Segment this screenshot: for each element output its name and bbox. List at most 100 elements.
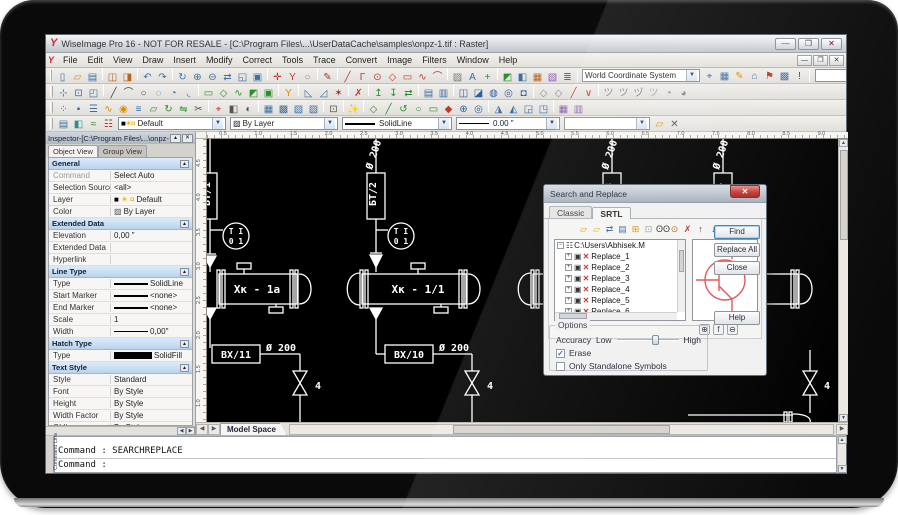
property-value[interactable]: SolidLine — [111, 279, 192, 288]
property-value[interactable]: ■☀¤Default — [111, 195, 192, 204]
h-scroll-thumb[interactable] — [453, 425, 670, 434]
menu-modify[interactable]: Modify — [201, 54, 238, 66]
rect-icon[interactable]: ▭ — [400, 70, 415, 84]
scroll-right-icon[interactable]: ▶ — [186, 427, 195, 435]
smart-pick-icon[interactable]: ◺ — [301, 86, 316, 100]
property-row[interactable]: Start Marker<none> — [49, 290, 192, 302]
menu-trace[interactable]: Trace — [308, 54, 341, 66]
hatch-icon[interactable]: ▨ — [450, 70, 465, 84]
toolbar-grip[interactable] — [50, 102, 53, 113]
raster-merge-icon[interactable]: ◩ — [500, 70, 515, 84]
tab-srtl[interactable]: SRTL — [592, 207, 630, 219]
tree-v-scrollbar[interactable] — [677, 240, 685, 312]
vect-node-icon[interactable]: ◆ — [441, 102, 456, 116]
chevron-down-icon[interactable]: ▼ — [636, 118, 647, 129]
property-value[interactable]: <none> — [111, 303, 192, 312]
camera-icon[interactable]: ◨ — [120, 70, 135, 84]
fill-holes-icon[interactable]: ▪ — [71, 102, 86, 116]
tab-object-view[interactable]: Object View — [48, 145, 98, 157]
marker1-icon[interactable]: ◇ — [536, 86, 551, 100]
frame-invert-icon[interactable]: ◩ — [246, 86, 261, 100]
menu-window[interactable]: Window — [452, 54, 494, 66]
save-icon[interactable]: ▤ — [85, 70, 100, 84]
crop-icon[interactable]: ✂ — [191, 102, 206, 116]
ink2-icon[interactable]: ◕ — [676, 86, 691, 100]
toolbar-grip[interactable] — [50, 70, 52, 81]
tree-item[interactable]: +▣✕Replace_5 — [555, 295, 685, 306]
properties-icon[interactable]: ☷ — [101, 117, 116, 131]
inspector-h-scrollbar[interactable]: ◀ ▶ — [46, 426, 195, 435]
select-crossing-icon[interactable]: ◰ — [86, 86, 101, 100]
pick-line-icon[interactable]: ╱ — [106, 86, 121, 100]
smooth-icon[interactable]: ∿ — [101, 102, 116, 116]
copy-icon[interactable]: ⊞ — [629, 222, 642, 235]
text-icon[interactable]: A — [465, 70, 480, 84]
maximize-button[interactable]: ❐ — [798, 38, 819, 50]
frame-rect-icon[interactable]: ▭ — [201, 86, 216, 100]
toolbar-grip[interactable] — [50, 86, 53, 97]
collapse-section-icon[interactable]: ▲ — [180, 268, 189, 276]
expand-icon[interactable]: + — [565, 253, 572, 260]
close-button[interactable]: ✕ — [821, 38, 842, 50]
replace-all-button[interactable]: Replace All — [714, 243, 760, 257]
property-row[interactable]: Scale1 — [49, 314, 192, 326]
select-auto-icon[interactable]: ⊹ — [56, 86, 71, 100]
new-folder-icon[interactable]: ▱ — [577, 222, 590, 235]
menu-tools[interactable]: Tools — [277, 54, 308, 66]
menu-insert[interactable]: Insert — [168, 54, 201, 66]
linetype-combo[interactable]: SolidLine ▼ — [342, 117, 452, 130]
mdi-restore-button[interactable]: ❐ — [813, 55, 828, 66]
slash3-icon[interactable]: ヅ — [631, 86, 646, 100]
help-button[interactable]: Help — [714, 311, 760, 325]
find-binoculars-icon[interactable]: ʘʘ — [655, 222, 668, 235]
rhomb-icon[interactable]: ◇ — [385, 70, 400, 84]
warning-icon[interactable]: ! — [792, 69, 807, 83]
chevron-down-icon[interactable]: ▼ — [686, 70, 697, 81]
color-combo[interactable]: ▨ By Layer ▼ — [230, 117, 338, 130]
line-width-combo[interactable]: 0.00 " ▼ — [456, 117, 560, 130]
section-header[interactable]: Line Type▲ — [49, 266, 192, 278]
frame-all-icon[interactable]: ▣ — [261, 86, 276, 100]
scan-icon[interactable]: ◫ — [105, 70, 120, 84]
invert-icon[interactable]: ◐ — [241, 102, 256, 116]
accuracy-slider[interactable] — [617, 335, 679, 345]
scroll-down-icon[interactable]: ▼ — [838, 465, 847, 473]
sel-subtract-icon[interactable]: ◎ — [501, 86, 516, 100]
menu-help[interactable]: Help — [494, 54, 523, 66]
apply-icon[interactable]: ⊙ — [668, 222, 681, 235]
deskew-icon[interactable]: ▱ — [146, 102, 161, 116]
polyline-icon[interactable]: Γ — [355, 70, 370, 84]
inspector-close-button[interactable]: ✕ — [182, 134, 193, 143]
raster-edit-icon[interactable]: ▧ — [545, 70, 560, 84]
expand-icon[interactable]: + — [565, 286, 572, 293]
snap-icon[interactable]: ◉ — [116, 102, 131, 116]
pen2-icon[interactable]: ∨ — [581, 86, 596, 100]
property-row[interactable]: CommandSelect Auto — [49, 170, 192, 182]
preview-fit-button[interactable]: f — [713, 324, 724, 335]
pick-contour-icon[interactable]: ◌ — [151, 86, 166, 100]
pick-segment-icon[interactable]: ◟ — [181, 86, 196, 100]
shrink-icon[interactable]: ↧ — [386, 86, 401, 100]
property-row[interactable]: Selection Source<all> — [49, 182, 192, 194]
scroll-right-icon[interactable]: ▶ — [836, 424, 848, 435]
property-value[interactable]: By Style — [111, 399, 192, 408]
v-scroll-thumb[interactable] — [840, 150, 848, 240]
pick-icon[interactable]: ○ — [300, 70, 315, 84]
filter-icon[interactable]: Y — [281, 86, 296, 100]
property-value[interactable]: By Style — [111, 387, 192, 396]
erase-checkbox[interactable]: ✓ — [556, 349, 565, 358]
home-icon[interactable]: ⌂ — [747, 69, 762, 83]
pick-area-icon[interactable]: ◔ — [166, 86, 181, 100]
ink1-icon[interactable]: ◔ — [661, 86, 676, 100]
vect-rect-icon[interactable]: ▭ — [426, 102, 441, 116]
pick-circle-icon[interactable]: ○ — [136, 86, 151, 100]
menu-draw[interactable]: Draw — [137, 54, 168, 66]
tab-classic[interactable]: Classic — [549, 206, 592, 218]
inspector-minimize-button[interactable]: ▴ — [170, 134, 181, 143]
raster-book-icon[interactable]: ▦ — [530, 70, 545, 84]
seg1-icon[interactable]: ▦ — [261, 102, 276, 116]
property-value[interactable]: 0,00" — [111, 327, 192, 336]
property-row[interactable]: TypeSolidLine — [49, 278, 192, 290]
pen1-icon[interactable]: ╱ — [566, 86, 581, 100]
marker-open-icon[interactable]: ▱ — [652, 117, 667, 131]
